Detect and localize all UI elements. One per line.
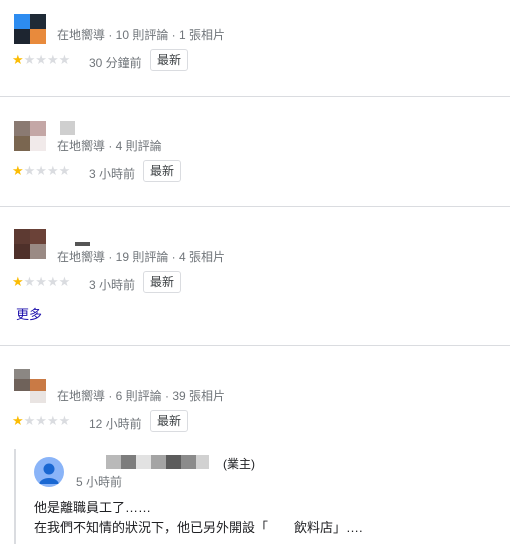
reply-text-line1: 他是離職員工了…… [34,500,152,515]
reply-time: 5 小時前 [76,475,123,489]
reviewer-meta: 在地嚮導 · 10 則評論 · 1 張相片 [57,28,226,42]
star-icon: ★ [12,413,24,428]
newest-badge[interactable]: 最新 [150,410,189,432]
reviewer-meta: 在地嚮導 · 4 則評論 [57,139,162,153]
newest-badge[interactable]: 最新 [143,271,182,293]
star-icon: ★★★★ [23,163,71,178]
star-icon: ★ [12,52,24,67]
reply-text-tail: 飲料店」…. [294,520,363,535]
reviewer-name-redacted [75,242,90,246]
reviewer-meta: 在地嚮導 · 6 則評論 · 39 張相片 [57,389,226,403]
rating-stars: ★★★★★ [12,275,70,289]
review-time: 30 分鐘前 [89,56,142,70]
more-link[interactable]: 更多 [16,304,42,323]
review-time: 12 小時前 [89,417,142,431]
divider [0,96,510,97]
reply-text-line2: 在我們不知情的狀況下，他已另外開設「 飲料店」…. [34,517,363,536]
rating-stars: ★★★★★ [12,414,70,428]
star-icon: ★ [12,274,24,289]
star-icon: ★ [12,163,24,178]
rating-stars: ★★★★★ [12,53,70,67]
newest-badge[interactable]: 最新 [143,160,182,182]
reviewer-meta: 在地嚮導 · 19 則評論 · 4 張相片 [57,250,226,264]
avatar[interactable] [14,14,46,44]
newest-badge[interactable]: 最新 [150,49,189,71]
reply-text: 在我們不知情的狀況下，他已另外開設「 [34,520,269,535]
owner-label: (業主) [223,457,255,471]
star-icon: ★★★★ [23,52,71,67]
reviewer-name-redacted [60,121,75,135]
divider [0,345,510,346]
owner-name-redacted [106,455,209,469]
star-icon: ★★★★ [23,274,71,289]
review-time: 3 小時前 [89,278,136,292]
avatar[interactable] [14,229,46,259]
person-icon [34,457,64,487]
rating-stars: ★★★★★ [12,164,70,178]
avatar[interactable] [14,369,46,403]
star-icon: ★★★★ [23,413,71,428]
avatar[interactable] [14,121,46,151]
divider [0,206,510,207]
review-time: 3 小時前 [89,167,136,181]
owner-reply: (業主) 5 小時前 他是離職員工了…… 在我們不知情的狀況下，他已另外開設「 飲… [14,449,416,544]
